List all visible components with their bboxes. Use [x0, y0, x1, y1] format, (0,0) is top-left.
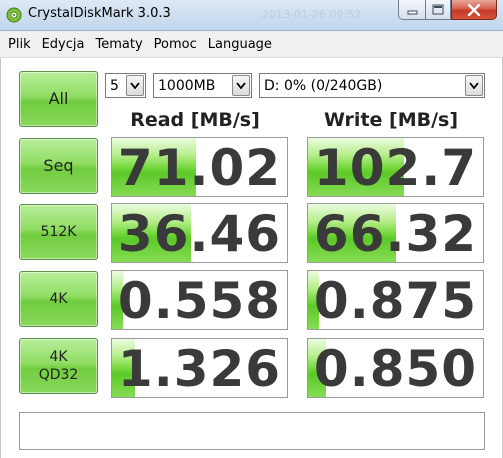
window-title: CrystalDiskMark 3.0.3	[28, 6, 171, 21]
seq-test-label: Seq	[43, 156, 74, 175]
4k-read-result: 0.558	[111, 270, 288, 330]
drive-value: D: 0% (0/240GB)	[264, 77, 383, 94]
512k-test-label: 512K	[40, 224, 77, 240]
4k-qd32-read-result: 1.326	[111, 338, 288, 398]
menu-tematy[interactable]: Tematy	[95, 37, 142, 52]
512k-write-result: 66.32	[307, 203, 484, 263]
4k-test-label: 4K	[49, 291, 68, 307]
title-bar[interactable]: CrystalDiskMark 3.0.3 2013-01-26 09:52	[0, 0, 503, 31]
main-panel: All 5 1000MB D: 0% (0/240GB) Read [MB/s]…	[0, 58, 503, 458]
crystal-disk-icon	[6, 7, 22, 23]
512k-test-button[interactable]: 512K	[19, 204, 98, 260]
test-count-select[interactable]: 5	[105, 73, 146, 98]
seq-read-result: 71.02	[111, 137, 288, 197]
window-controls	[398, 0, 497, 21]
test-size-select[interactable]: 1000MB	[153, 73, 252, 98]
4k-write-result: 0.875	[307, 270, 484, 330]
4k-qd32-read-value: 1.326	[117, 340, 282, 398]
menu-edycja[interactable]: Edycja	[42, 37, 85, 52]
4k-write-value: 0.875	[313, 272, 478, 330]
menu-plik[interactable]: Plik	[8, 37, 31, 52]
minimize-button[interactable]	[398, 0, 425, 20]
512k-read-result: 36.46	[111, 203, 288, 263]
window-title-ghost: 2013-01-26 09:52	[262, 8, 362, 21]
all-button[interactable]: All	[19, 71, 98, 127]
menu-bar: Plik Edycja Tematy Pomoc Language	[0, 31, 503, 58]
close-icon	[467, 3, 481, 16]
close-button[interactable]	[451, 0, 497, 20]
test-size-value: 1000MB	[158, 77, 216, 94]
512k-write-value: 66.32	[313, 205, 478, 263]
512k-read-value: 36.46	[117, 205, 282, 263]
read-column-header: Read [MB/s]	[130, 109, 260, 131]
maximize-button[interactable]	[425, 0, 451, 20]
menu-language[interactable]: Language	[208, 37, 272, 52]
seq-read-value: 71.02	[117, 139, 282, 197]
comment-field[interactable]	[19, 412, 485, 450]
4k-qd32-test-button[interactable]: 4K QD32	[19, 338, 98, 394]
chevron-down-icon	[126, 75, 144, 96]
4k-read-value: 0.558	[117, 272, 282, 330]
seq-test-button[interactable]: Seq	[19, 138, 98, 194]
write-column-header: Write [MB/s]	[323, 109, 459, 131]
4k-test-button[interactable]: 4K	[19, 271, 98, 327]
4k-qd32-write-value: 0.850	[313, 340, 478, 398]
4k-qd32-test-label: 4K	[49, 349, 68, 365]
menu-pomoc[interactable]: Pomoc	[154, 37, 197, 52]
maximize-icon	[432, 4, 444, 15]
test-count-value: 5	[110, 77, 119, 94]
seq-write-result: 102.7	[307, 137, 484, 197]
chevron-down-icon	[232, 75, 250, 96]
seq-write-value: 102.7	[313, 139, 478, 197]
drive-select[interactable]: D: 0% (0/240GB)	[259, 73, 485, 98]
4k-qd32-test-label-line2: QD32	[38, 367, 79, 383]
minimize-icon	[407, 10, 417, 14]
4k-qd32-write-result: 0.850	[307, 338, 484, 398]
all-button-label: All	[48, 89, 69, 108]
chevron-down-icon	[465, 75, 483, 96]
